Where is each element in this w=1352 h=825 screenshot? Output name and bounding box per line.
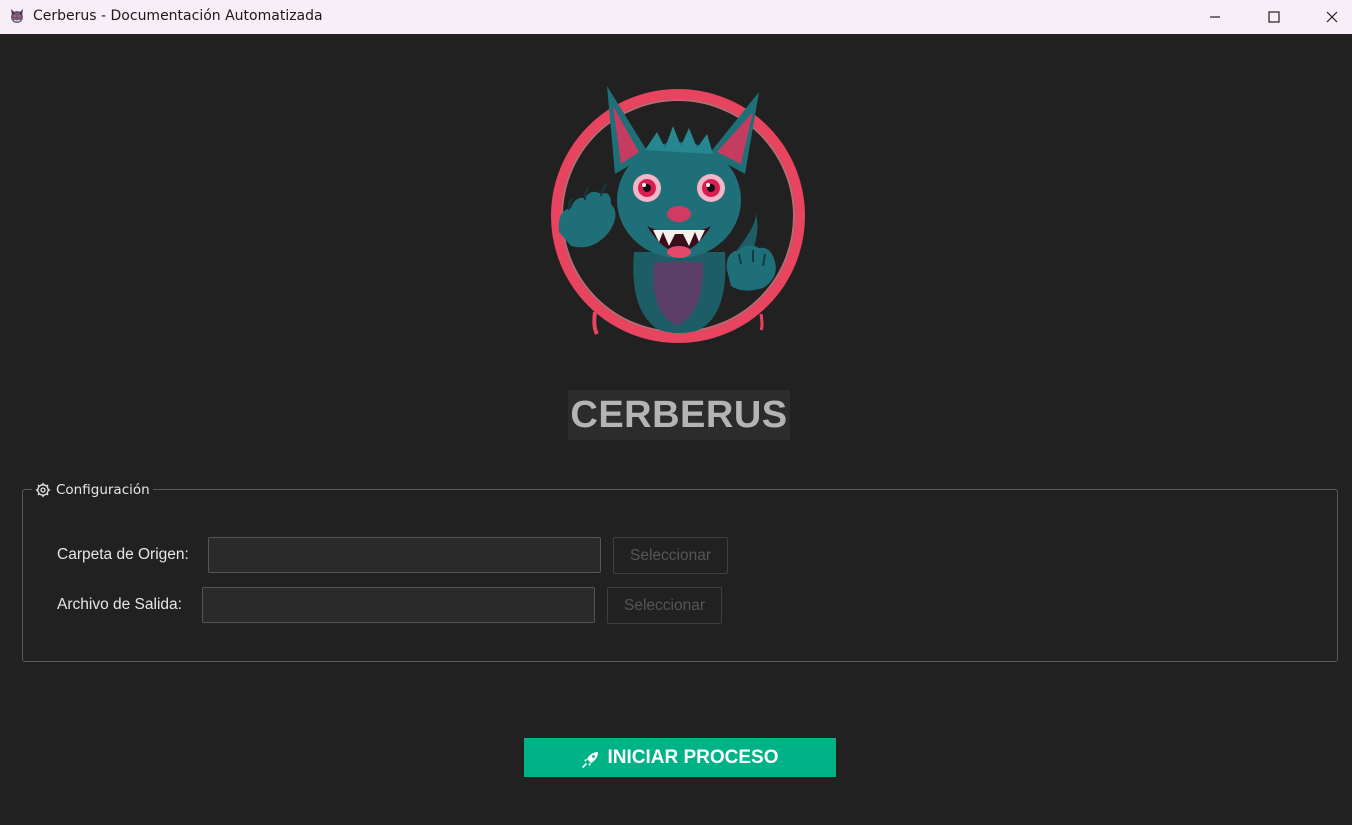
config-legend: Configuración (32, 480, 153, 500)
minimize-button[interactable] (1186, 0, 1244, 34)
source-folder-label: Carpeta de Origen: (57, 546, 189, 563)
rocket-icon (582, 751, 599, 768)
app-heading: CERBERUS (568, 390, 790, 440)
config-legend-label: Configuración (56, 482, 150, 498)
close-icon (1326, 11, 1338, 23)
select-source-folder-button[interactable]: Seleccionar (613, 537, 728, 574)
maximize-button[interactable] (1245, 0, 1303, 34)
app-icon (11, 9, 23, 23)
source-folder-input[interactable] (208, 537, 601, 573)
maximize-icon (1268, 11, 1280, 23)
start-process-button[interactable]: INICIAR PROCESO (524, 738, 836, 777)
minimize-icon (1210, 16, 1220, 18)
output-file-input[interactable] (202, 587, 595, 623)
window-title: Cerberus - Documentación Automatizada (33, 8, 323, 24)
config-groupbox: Configuración (22, 480, 1338, 662)
window-titlebar[interactable]: Cerberus - Documentación Automatizada (0, 0, 1352, 34)
gear-icon (35, 482, 51, 498)
close-button[interactable] (1303, 0, 1352, 34)
start-process-label: INICIAR PROCESO (607, 746, 779, 768)
cerberus-logo (551, 86, 805, 343)
select-output-file-button[interactable]: Seleccionar (607, 587, 722, 624)
output-file-label: Archivo de Salida: (57, 596, 182, 613)
